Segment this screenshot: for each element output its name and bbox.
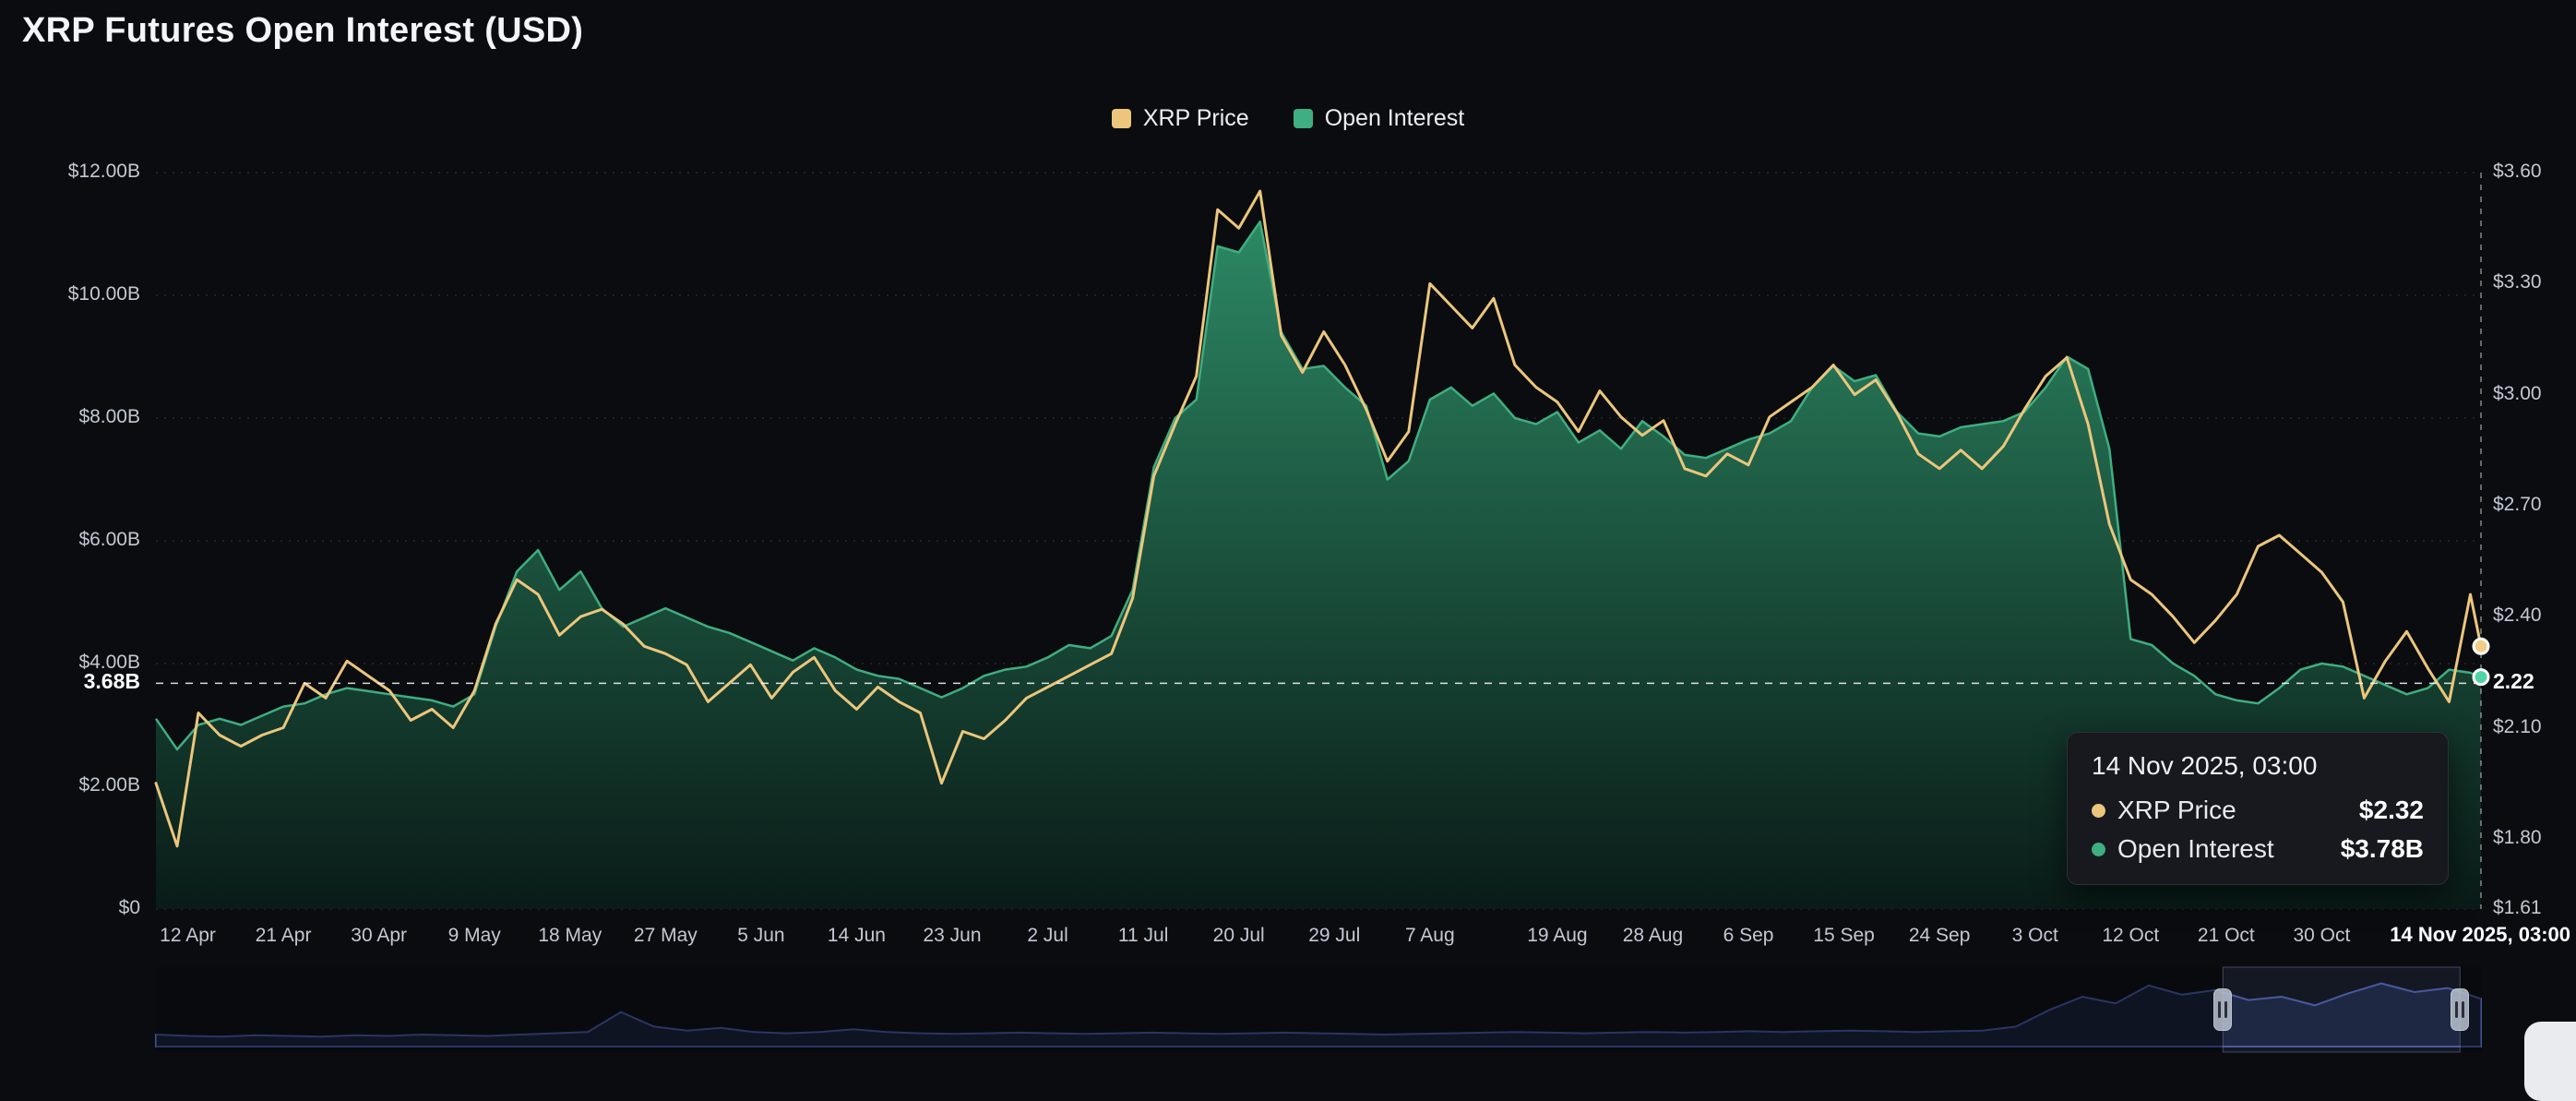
main-chart[interactable] — [0, 0, 2576, 1084]
tooltip-oi-label: Open Interest — [2117, 834, 2329, 864]
navigator-handle-left[interactable] — [2213, 988, 2232, 1031]
navigator-handle-right[interactable] — [2451, 988, 2469, 1031]
tooltip-row-price: XRP Price $2.32 — [2092, 796, 2424, 825]
navigator-dim-left — [156, 967, 2223, 1052]
legend-swatch-xrp-price — [1112, 109, 1131, 128]
tooltip-title: 14 Nov 2025, 03:00 — [2092, 751, 2424, 781]
legend-item-open-interest[interactable]: Open Interest — [1294, 105, 1464, 132]
legend-item-xrp-price[interactable]: XRP Price — [1112, 105, 1249, 132]
tooltip-price-label: XRP Price — [2117, 796, 2347, 825]
navigator-brush-selection[interactable] — [2223, 967, 2460, 1052]
price-hover-marker — [2474, 639, 2488, 653]
legend-swatch-open-interest — [1294, 109, 1313, 128]
corner-floating-button[interactable] — [2524, 1022, 2576, 1101]
chart-tooltip: 14 Nov 2025, 03:00 XRP Price $2.32 Open … — [2067, 732, 2449, 885]
legend-label-open-interest: Open Interest — [1325, 105, 1464, 132]
handle-grip-icon — [2224, 1001, 2227, 1018]
legend-label-xrp-price: XRP Price — [1143, 105, 1249, 132]
tooltip-price-value: $2.32 — [2359, 796, 2424, 825]
oi-series-dot — [2092, 843, 2105, 856]
tooltip-oi-value: $3.78B — [2341, 834, 2424, 864]
handle-grip-icon — [2218, 1001, 2221, 1018]
price-series-dot — [2092, 804, 2105, 818]
oi-hover-marker — [2474, 670, 2488, 685]
tooltip-row-open-interest: Open Interest $3.78B — [2092, 834, 2424, 864]
handle-grip-icon — [2455, 1001, 2458, 1018]
handle-grip-icon — [2462, 1001, 2464, 1018]
chart-legend: XRP Price Open Interest — [0, 105, 2576, 132]
